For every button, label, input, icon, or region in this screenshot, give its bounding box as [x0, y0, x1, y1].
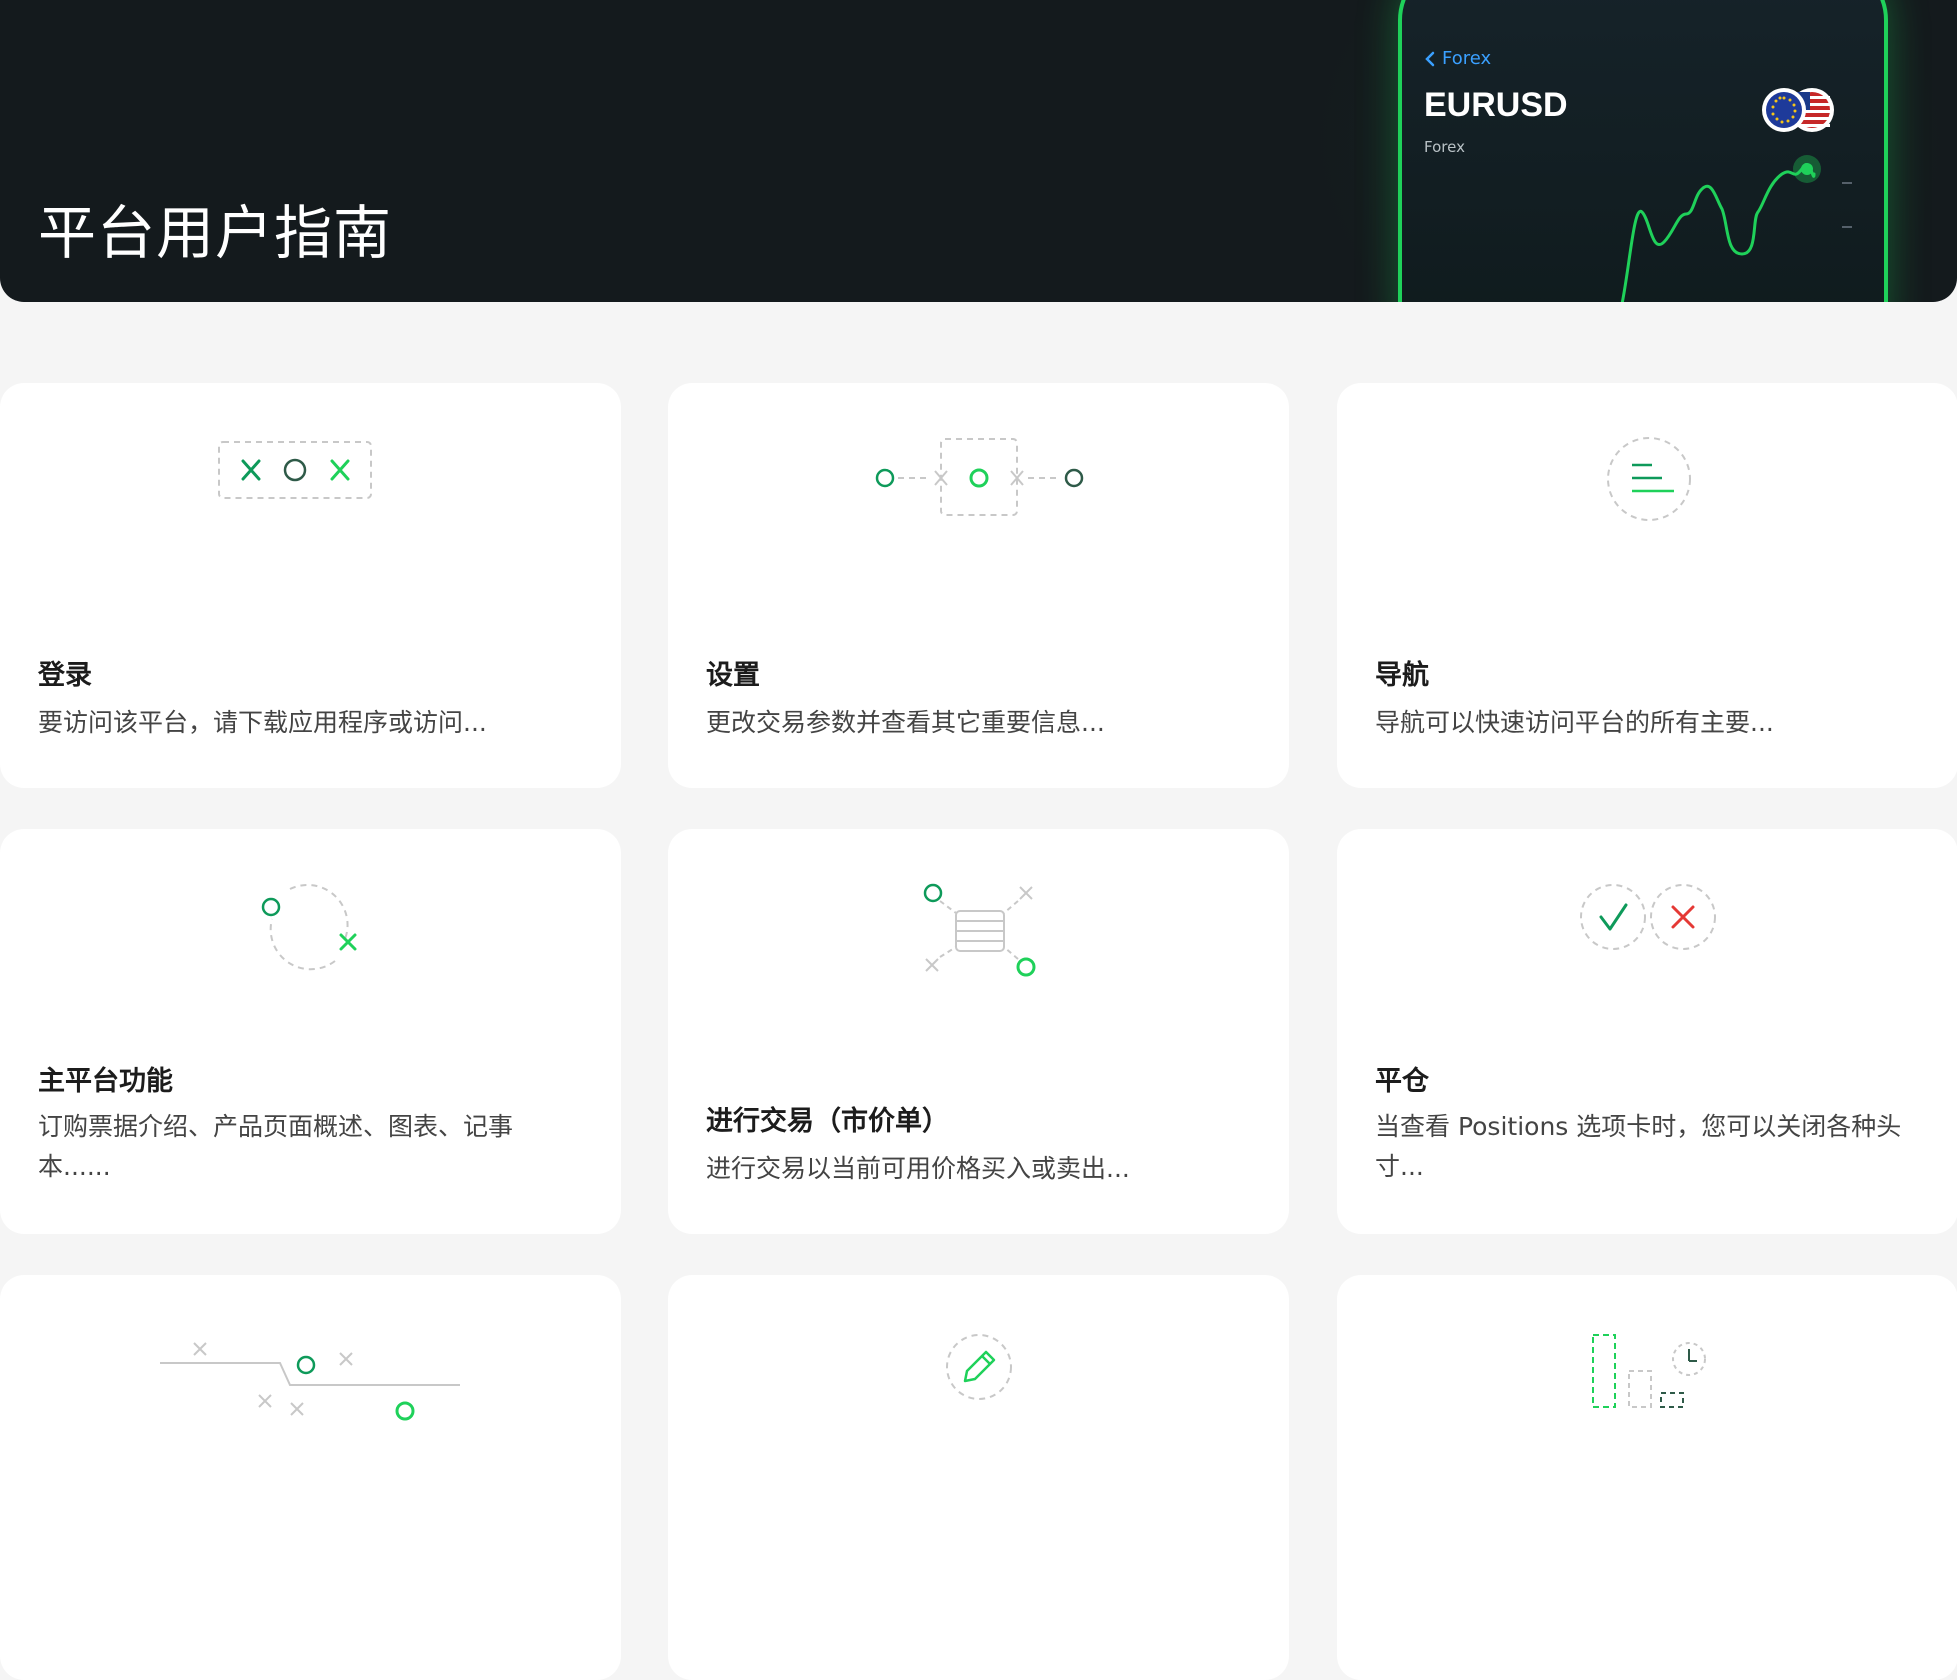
card-chart-analysis[interactable]	[1337, 1275, 1957, 1680]
card-title: 平仓	[1375, 1066, 1429, 1097]
card-description: 订购票据介绍、产品页面概述、图表、记事本......	[38, 1112, 514, 1181]
card-market-order[interactable]: 进行交易（市价单） 进行交易以当前可用价格买入或卖出...	[668, 829, 1289, 1234]
card-platform-features[interactable]: 主平台功能 订购票据介绍、产品页面概述、图表、记事本......	[0, 829, 621, 1234]
card-close-position[interactable]: 平仓 当查看 Positions 选项卡时，您可以关闭各种头寸...	[1337, 829, 1957, 1234]
card-title: 设置	[706, 660, 760, 691]
close-position-icon	[1580, 884, 1716, 950]
card-login[interactable]: 登录 要访问该平台，请下载应用程序或访问...	[0, 383, 621, 788]
page-title: 平台用户指南	[38, 199, 393, 267]
platform-cycle-icon	[261, 883, 357, 971]
card-description: 进行交易以当前可用价格买入或卖出...	[706, 1154, 1130, 1183]
card-title: 进行交易（市价单）	[706, 1106, 949, 1137]
card-description: 更改交易参数并查看其它重要信息...	[706, 708, 1105, 737]
card-title: 主平台功能	[38, 1066, 173, 1097]
card-edit-order[interactable]	[668, 1275, 1289, 1680]
card-navigation[interactable]: 导航 导航可以快速访问平台的所有主要...	[1337, 383, 1957, 788]
edit-pencil-icon	[946, 1334, 1012, 1400]
price-sparkline	[1620, 155, 1852, 302]
phone-mockup: Forex EURUSD Forex	[1398, 0, 1888, 302]
hero-banner: 平台用户指南 Forex EURUSD Forex	[0, 0, 1957, 302]
pending-order-icon	[160, 1342, 460, 1421]
settings-illustration-icon	[875, 438, 1084, 516]
card-title: 导航	[1375, 660, 1429, 691]
card-description: 要访问该平台，请下载应用程序或访问...	[38, 708, 487, 737]
navigation-menu-icon	[1607, 437, 1691, 521]
card-description: 当查看 Positions 选项卡时，您可以关闭各种头寸...	[1375, 1112, 1902, 1181]
chart-timer-icon	[1592, 1334, 1706, 1408]
card-description: 导航可以快速访问平台的所有主要...	[1375, 708, 1774, 737]
card-settings[interactable]: 设置 更改交易参数并查看其它重要信息...	[668, 383, 1289, 788]
login-illustration-icon	[218, 441, 372, 499]
card-pending-order[interactable]	[0, 1275, 621, 1680]
market-order-icon	[923, 883, 1036, 977]
card-title: 登录	[38, 660, 92, 691]
